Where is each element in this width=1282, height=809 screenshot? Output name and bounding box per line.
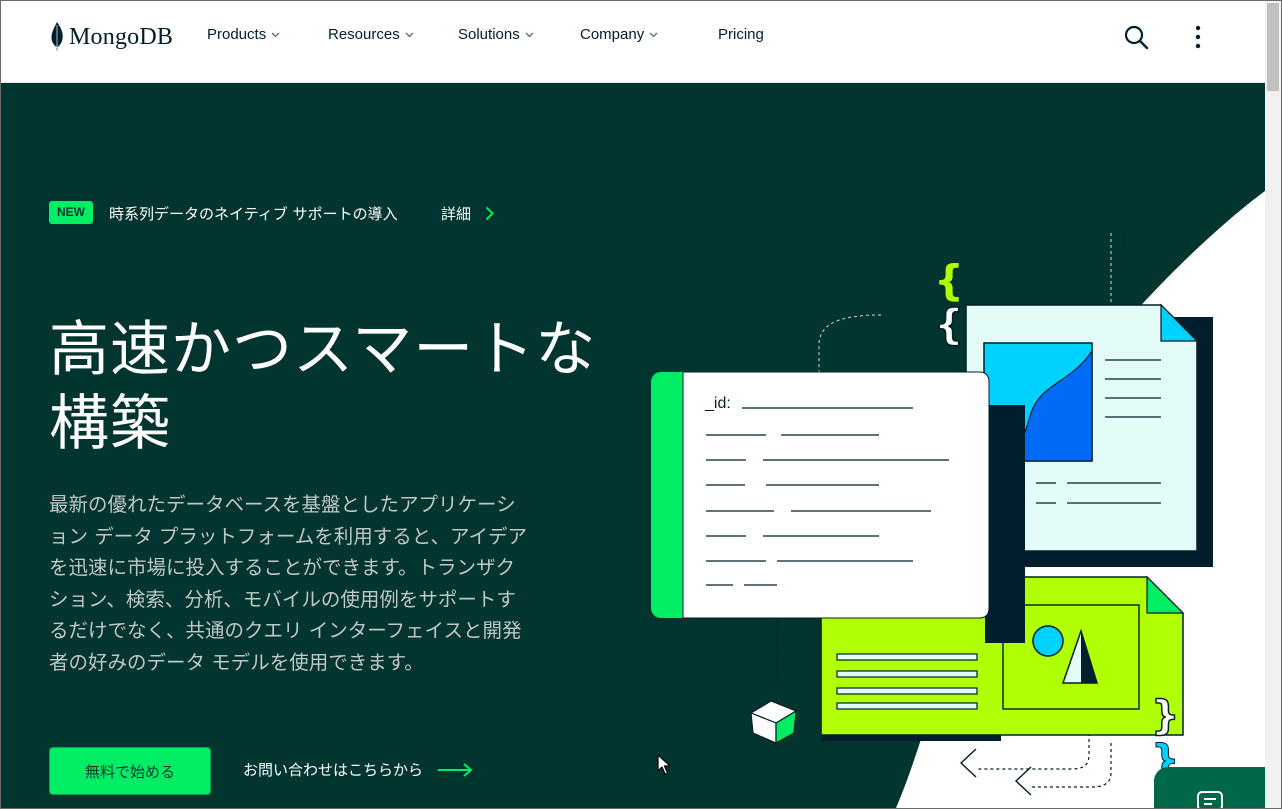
leaf-icon: [51, 22, 63, 52]
nav-company-label: Company: [580, 26, 645, 43]
hero-description: 最新の優れたデータベースを基盤としたアプリケーション データ プラットフォームを…: [49, 493, 528, 674]
chevron-down-icon: [649, 32, 658, 37]
contact-link-label: お問い合わせはこちらから: [243, 761, 424, 779]
chat-widget-button[interactable]: [1154, 767, 1265, 808]
svg-text:{: {: [934, 256, 964, 305]
nav-solutions[interactable]: Solutions: [458, 26, 534, 43]
nav-company[interactable]: Company: [580, 26, 658, 43]
new-badge: NEW: [49, 201, 93, 224]
logo-text: MongoDB: [69, 23, 174, 50]
nav-pricing-label: Pricing: [718, 26, 764, 43]
search-icon[interactable]: [1123, 24, 1149, 50]
nav-solutions-label: Solutions: [458, 26, 520, 43]
nav-resources[interactable]: Resources: [328, 26, 414, 43]
nav-resources-label: Resources: [328, 26, 400, 43]
contact-link[interactable]: お問い合わせはこちらから: [243, 759, 473, 780]
chevron-down-icon: [525, 32, 534, 37]
get-started-button[interactable]: 無料で始める: [49, 747, 211, 795]
announcement-link-label: 詳細: [441, 205, 472, 223]
mouse-pointer-icon: [657, 754, 671, 775]
page-scrollbar[interactable]: [1265, 1, 1281, 808]
chevron-down-icon: [405, 32, 414, 37]
chat-icon: [1197, 791, 1223, 808]
nav-products[interactable]: Products: [207, 26, 280, 43]
scrollbar-thumb[interactable]: [1267, 3, 1279, 91]
get-started-label: 無料で始める: [84, 762, 175, 781]
svg-text:{: {: [934, 300, 964, 349]
nav-pricing[interactable]: Pricing: [718, 26, 764, 43]
chevron-right-icon: [485, 206, 494, 221]
mongodb-logo[interactable]: MongoDB: [49, 21, 173, 53]
arrow-right-icon: [438, 762, 473, 777]
hero-section: { { }} _id: NEW 時系列データのネイティブ サポートの導入 詳細…: [1, 83, 1265, 808]
announcement-link[interactable]: 詳細: [441, 203, 494, 224]
announcement-text: 時系列データのネイティブ サポートの導入: [109, 205, 398, 223]
svg-text:}: }: [1151, 693, 1179, 739]
id-field-label: _id:: [705, 395, 731, 412]
top-navigation: MongoDB Products Resources Solutions Com…: [1, 1, 1265, 83]
nav-products-label: Products: [207, 26, 267, 43]
hero-title: 高速かつスマートな構築: [49, 315, 597, 459]
chevron-down-icon: [271, 32, 280, 37]
kebab-menu-icon[interactable]: [1187, 24, 1209, 50]
